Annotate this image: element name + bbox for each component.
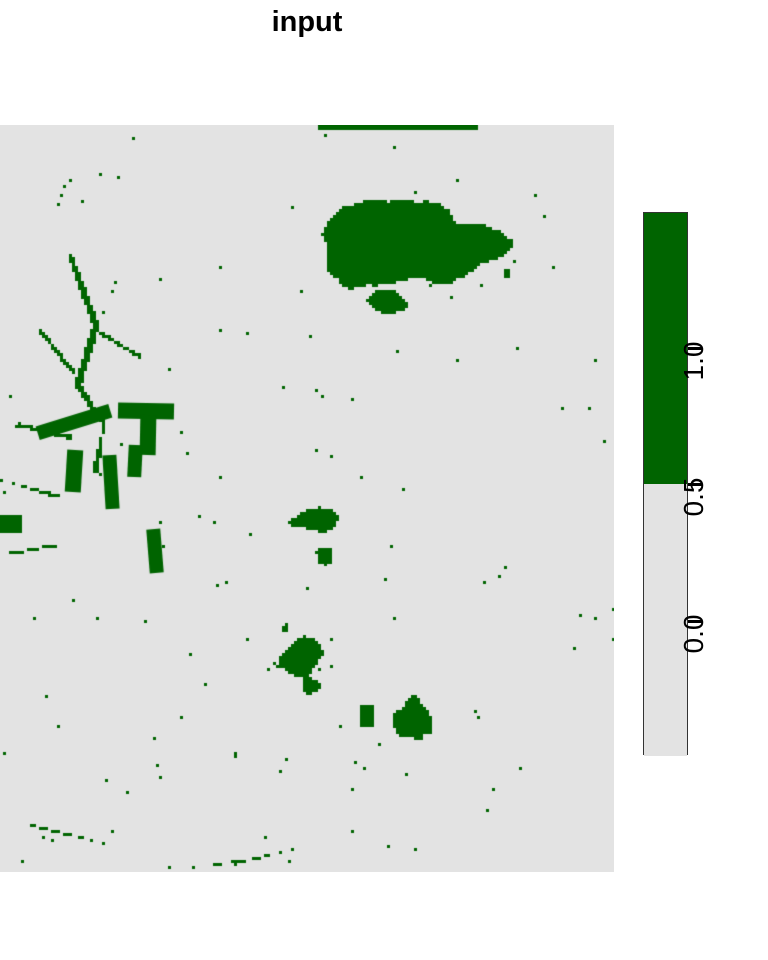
colorbar-axis: 1.0 0.5 0.0 <box>678 212 768 755</box>
plot-root: input 1.0 0.5 0.0 <box>0 0 768 960</box>
colorbar-tick-label-1: 1.0 <box>678 341 709 381</box>
raster-map-canvas <box>0 125 614 872</box>
page-title: input <box>271 6 343 38</box>
colorbar-tick-label-2: 0.5 <box>678 477 709 517</box>
colorbar-tick-label-3: 0.0 <box>678 614 709 654</box>
raster-map-panel <box>0 125 614 872</box>
